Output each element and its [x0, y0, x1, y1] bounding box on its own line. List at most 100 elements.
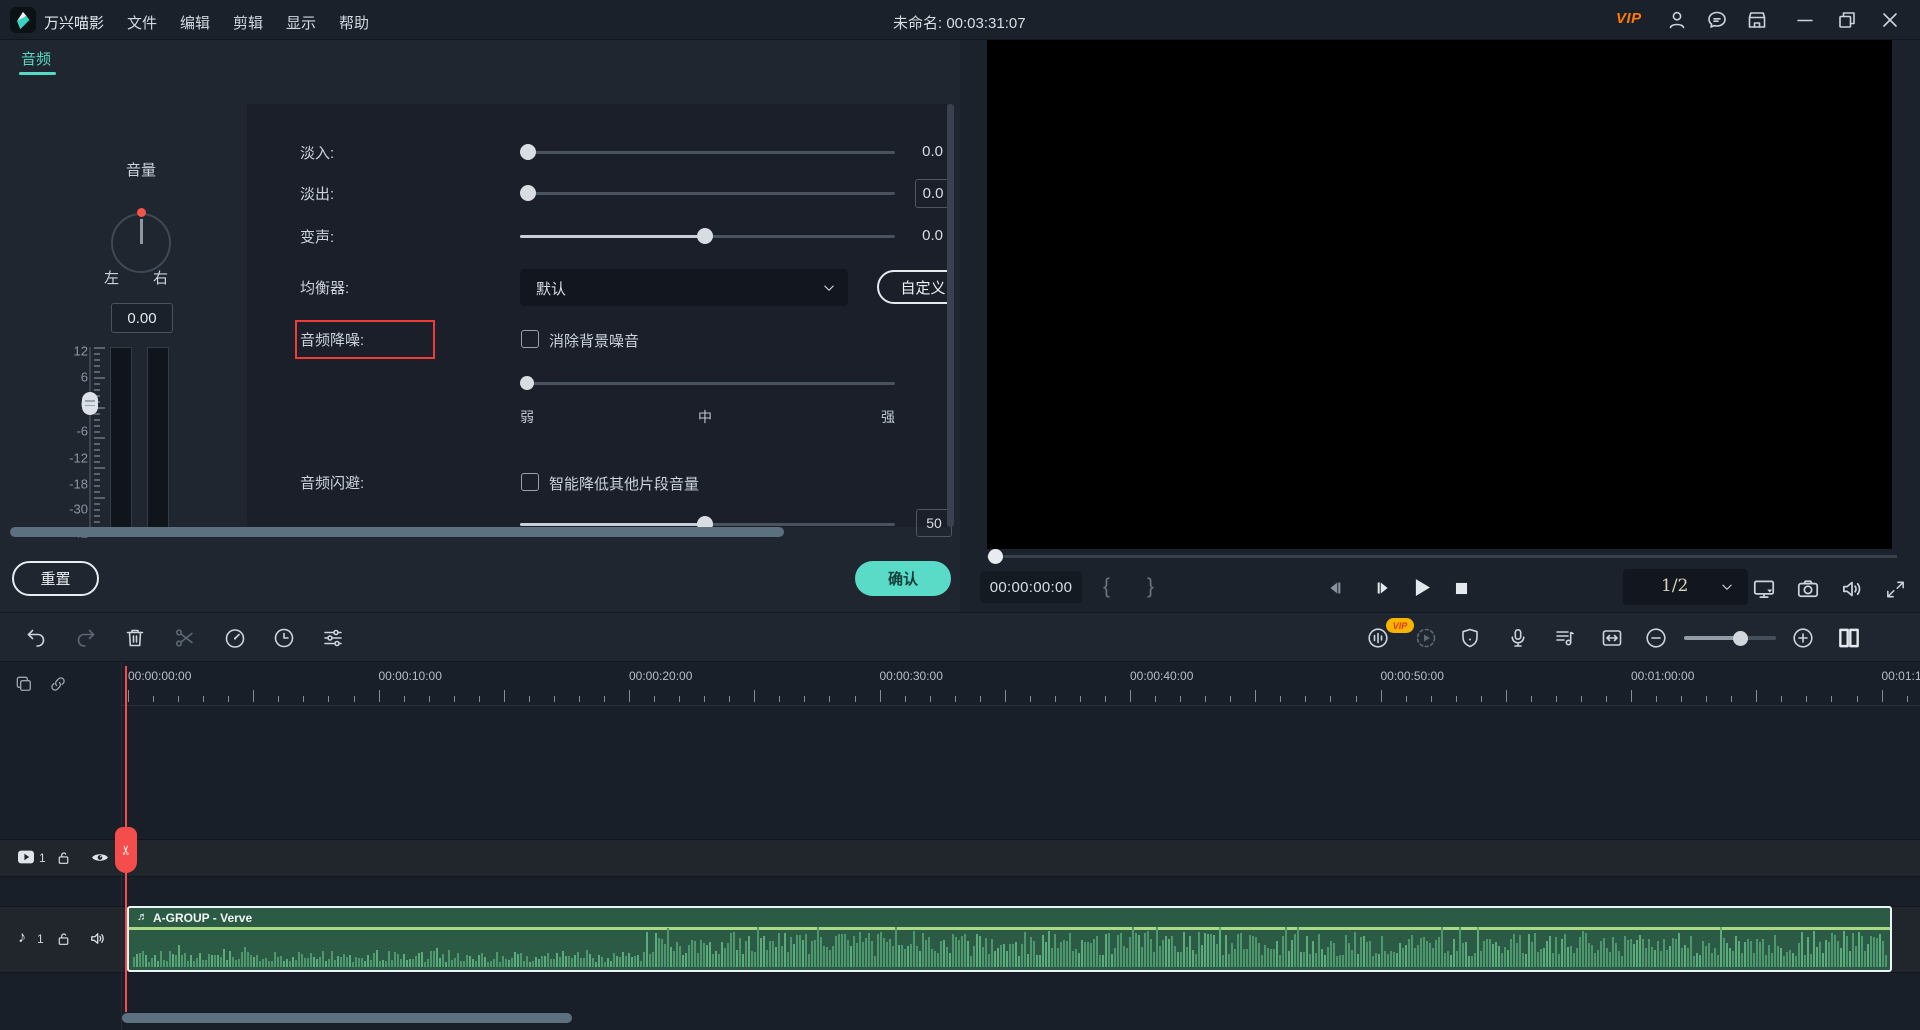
preview-quality-value: 1/2 — [1661, 576, 1688, 596]
render-preview-icon[interactable] — [1414, 626, 1438, 650]
next-frame-button[interactable] — [1372, 577, 1394, 599]
playhead-scissors-handle[interactable]: ✂ — [115, 827, 137, 873]
timeline-horizontal-scrollbar[interactable] — [122, 1013, 572, 1023]
ruler-tick — [604, 696, 605, 702]
audio-track-number: 1 — [37, 932, 44, 946]
panel-horizontal-scrollbar[interactable] — [10, 527, 784, 537]
zoom-out-icon[interactable] — [1644, 626, 1668, 650]
delete-icon[interactable] — [123, 626, 147, 650]
equalizer-selected: 默认 — [536, 278, 566, 299]
scissors-icon: ✂ — [118, 845, 134, 856]
preview-video-area[interactable] — [987, 40, 1892, 549]
timeline-zoom-slider[interactable] — [1684, 636, 1776, 640]
account-icon[interactable] — [1665, 8, 1689, 32]
preview-seekbar-handle[interactable] — [988, 549, 1003, 564]
ruler-tick — [404, 696, 405, 702]
ruler-label: 00:00:40:00 — [1130, 669, 1193, 683]
db-scale-label: -30 — [69, 502, 88, 517]
ruler-tick — [1481, 696, 1482, 702]
equalizer-customize-button[interactable]: 自定义 — [877, 270, 954, 304]
fit-timeline-icon[interactable] — [1600, 626, 1624, 650]
store-icon[interactable] — [1745, 8, 1769, 32]
ruler-tick — [1356, 696, 1357, 702]
vip-badge[interactable]: VIP — [1616, 10, 1642, 27]
feedback-icon[interactable] — [1705, 8, 1729, 32]
timeline-ruler[interactable]: 00:00:00:0000:00:10:0000:00:20:0000:00:3… — [122, 662, 1920, 706]
chevron-down-icon — [1718, 578, 1736, 596]
speed-icon[interactable] — [223, 626, 247, 650]
ruler-label: 00:00:00:00 — [128, 669, 191, 683]
preview-seekbar[interactable] — [987, 555, 1897, 558]
menu-clip[interactable]: 剪辑 — [233, 12, 263, 33]
play-button[interactable] — [1408, 574, 1435, 601]
volume-value-input[interactable]: 0.00 — [111, 303, 173, 333]
close-button[interactable] — [1878, 8, 1902, 32]
app-logo-icon[interactable] — [10, 7, 36, 33]
marker-icon[interactable] — [1458, 626, 1482, 650]
video-track-visibility-icon[interactable] — [90, 850, 110, 865]
audio-clip[interactable]: ♬ A-GROUP - Verve — [127, 906, 1892, 972]
volume-knob-pointer — [140, 219, 143, 244]
split-scissors-icon[interactable] — [173, 626, 197, 650]
panel-vertical-scrollbar[interactable] — [947, 104, 954, 527]
restore-button[interactable] — [1835, 8, 1859, 32]
denoise-checkbox[interactable] — [521, 330, 539, 348]
video-track-lane[interactable] — [0, 839, 1920, 877]
preview-quality-dropdown[interactable]: 1/2 — [1623, 569, 1748, 605]
denoise-strength-slider[interactable] — [520, 375, 895, 391]
ruler-tick — [253, 690, 254, 702]
audio-mixer-icon[interactable] — [1553, 626, 1577, 650]
previous-frame-button[interactable] — [1324, 577, 1346, 599]
db-slider-handle[interactable] — [82, 392, 98, 415]
duplicate-icon[interactable] — [14, 674, 34, 694]
zoom-in-icon[interactable] — [1791, 626, 1815, 650]
ruler-tick — [1055, 696, 1056, 702]
preview-volume-icon[interactable] — [1839, 576, 1865, 602]
menu-view[interactable]: 显示 — [286, 12, 316, 33]
fade-out-slider[interactable] — [520, 185, 895, 201]
video-track-icon — [16, 849, 36, 865]
reset-button[interactable]: 重置 — [12, 561, 99, 596]
audio-track-lock-icon[interactable] — [55, 930, 72, 948]
adjust-icon[interactable] — [321, 626, 345, 650]
fade-in-slider[interactable] — [520, 144, 895, 160]
pitch-slider[interactable] — [520, 228, 895, 244]
equalizer-dropdown[interactable]: 默认 — [520, 269, 848, 306]
ducking-checkbox[interactable] — [521, 473, 539, 491]
menu-file[interactable]: 文件 — [127, 12, 157, 33]
ruler-tick — [754, 690, 755, 702]
filmora-app-window: 万兴喵影 文件 编辑 剪辑 显示 帮助 未命名: 00:03:31:07 VIP… — [0, 0, 1920, 1030]
ruler-tick — [1180, 696, 1181, 702]
dual-monitor-icon[interactable] — [1751, 576, 1777, 602]
audio-track-mute-icon[interactable] — [89, 930, 108, 947]
fade-in-label: 淡入: — [300, 142, 334, 163]
video-track-lock-icon[interactable] — [55, 849, 72, 867]
denoise-strong-label: 强 — [881, 407, 895, 427]
ruler-tick — [303, 696, 304, 702]
tab-audio[interactable]: 音频 — [21, 48, 51, 69]
redo-icon[interactable] — [74, 626, 98, 650]
menu-help[interactable]: 帮助 — [339, 12, 369, 33]
ruler-tick — [679, 696, 680, 702]
mark-out-button[interactable]: } — [1147, 575, 1154, 599]
ruler-tick — [955, 696, 956, 702]
record-voiceover-icon[interactable] — [1506, 626, 1530, 650]
snapshot-camera-icon[interactable] — [1795, 576, 1821, 602]
ruler-tick — [629, 690, 630, 702]
minimize-button[interactable] — [1793, 8, 1817, 32]
volume-knob-dot — [137, 208, 146, 217]
confirm-button[interactable]: 确认 — [855, 561, 951, 596]
stop-button[interactable] — [1452, 579, 1471, 598]
mark-in-button[interactable]: { — [1103, 575, 1110, 599]
link-icon[interactable] — [48, 674, 68, 694]
fullscreen-icon[interactable] — [1884, 578, 1907, 601]
ruler-tick — [1005, 690, 1006, 702]
duration-clock-icon[interactable] — [272, 626, 296, 650]
ruler-tick — [1831, 696, 1832, 702]
fade-out-value-input[interactable]: 0.0 — [915, 179, 951, 208]
menu-edit[interactable]: 编辑 — [180, 12, 210, 33]
ruler-tick — [128, 690, 129, 702]
ruler-tick — [1080, 696, 1081, 702]
panel-layout-icon[interactable] — [1836, 625, 1862, 651]
undo-icon[interactable] — [24, 626, 48, 650]
